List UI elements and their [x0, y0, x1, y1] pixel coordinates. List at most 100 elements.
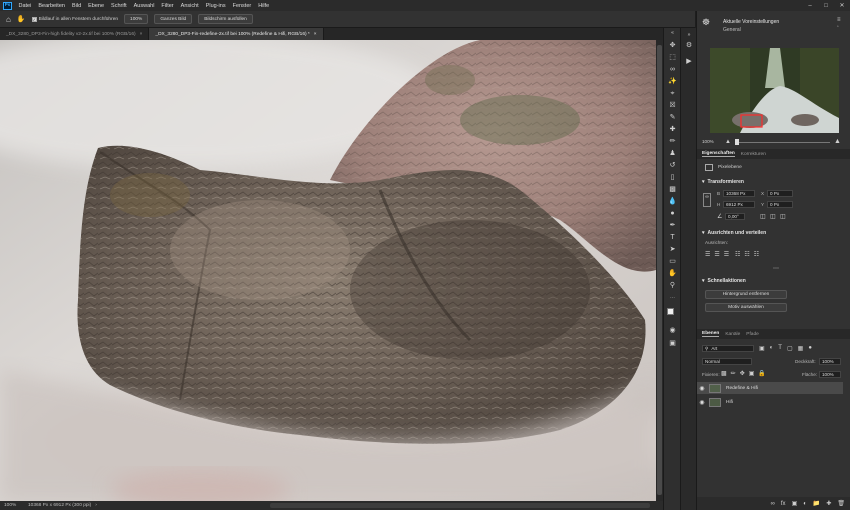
menu-item[interactable]: Ebene: [85, 3, 108, 9]
menu-item[interactable]: Hilfe: [255, 3, 273, 9]
align-top-icon[interactable]: ☷: [735, 251, 740, 258]
hand-tool-icon[interactable]: ✋: [667, 269, 678, 278]
new-layer-icon[interactable]: ✚: [826, 500, 831, 507]
close-icon[interactable]: ✕: [834, 0, 850, 11]
collapse-icon[interactable]: »: [684, 30, 694, 40]
menu-item[interactable]: Bearbeiten: [35, 3, 69, 9]
lasso-tool-icon[interactable]: ∞: [667, 65, 678, 74]
link-layers-icon[interactable]: ∞: [771, 501, 775, 507]
status-zoom[interactable]: 100%: [0, 503, 28, 508]
width-field[interactable]: 10368 Px: [723, 190, 755, 197]
delete-layer-icon[interactable]: 🗑: [837, 500, 845, 507]
layer-row-hifi[interactable]: ◉ Hifi: [697, 396, 843, 408]
photoshop-logo[interactable]: Ps: [3, 1, 12, 10]
chevron-right-icon[interactable]: ›: [95, 503, 97, 508]
home-icon[interactable]: ⌂: [6, 15, 11, 24]
fit-screen-button[interactable]: Ganzes Bild: [154, 14, 193, 24]
close-icon[interactable]: ×: [314, 32, 317, 37]
blend-mode-select[interactable]: Normal: [702, 358, 752, 365]
quick-actions-section-title[interactable]: ▾ Schnellaktionen: [702, 278, 746, 284]
lock-pixels-icon[interactable]: ▩: [721, 370, 727, 377]
actions-play-icon[interactable]: ▶: [684, 56, 694, 66]
dodge-tool-icon[interactable]: ●: [667, 209, 678, 218]
fill-screen-button[interactable]: Bildschirm ausfüllen: [198, 14, 253, 24]
minimize-icon[interactable]: –: [802, 0, 818, 11]
fill-field[interactable]: 100%: [819, 371, 841, 378]
align-left-icon[interactable]: ☰: [705, 251, 710, 258]
align-right-icon[interactable]: ☰: [724, 251, 729, 258]
rectangle-tool-icon[interactable]: ▭: [667, 257, 678, 266]
add-mask-icon[interactable]: ▣: [792, 500, 798, 507]
horizontal-scrollbar-thumb[interactable]: [270, 503, 650, 508]
pen-tool-icon[interactable]: ✒: [667, 221, 678, 230]
chevron-up-icon[interactable]: ˆ: [837, 26, 839, 32]
path-select-tool-icon[interactable]: ➤: [667, 245, 678, 254]
scroll-all-windows-checkbox[interactable]: ✓ Bildlauf in allen Fenstern durchführen: [31, 16, 118, 22]
more-tools-icon[interactable]: ⋯: [667, 294, 678, 303]
layer-row-redefine[interactable]: ◉ Redefine & Hifi: [697, 382, 843, 394]
vertical-scrollbar-thumb[interactable]: [657, 45, 662, 495]
screen-mode-icon[interactable]: ▣: [667, 339, 678, 348]
menu-item[interactable]: Datei: [15, 3, 35, 9]
flip-icon[interactable]: ◫: [780, 213, 786, 220]
x-field[interactable]: 0 Px: [767, 190, 793, 197]
navigator-preview[interactable]: [710, 48, 839, 133]
align-section-title[interactable]: ▾ Ausrichten und verteilen: [702, 230, 766, 236]
flip-horizontal-icon[interactable]: ◫: [760, 213, 766, 220]
remove-background-button[interactable]: Hintergrund entfernen: [705, 290, 787, 299]
smart-object-filter-icon[interactable]: ▦: [798, 345, 804, 352]
type-filter-icon[interactable]: T: [778, 345, 782, 352]
history-brush-tool-icon[interactable]: ↺: [667, 161, 678, 170]
quick-select-tool-icon[interactable]: ✨: [667, 77, 678, 86]
hand-tool-icon[interactable]: ✋: [17, 15, 26, 23]
zoom-out-icon[interactable]: ▲: [725, 139, 731, 145]
maximize-icon[interactable]: □: [818, 0, 834, 11]
menu-icon[interactable]: ≡: [837, 17, 841, 23]
more-options-icon[interactable]: ⋯: [773, 265, 779, 272]
quick-mask-icon[interactable]: ◉: [667, 326, 678, 335]
tab-channels[interactable]: Kanäle: [725, 332, 740, 337]
pixel-filter-icon[interactable]: ▣: [759, 345, 765, 352]
type-tool-icon[interactable]: T: [667, 233, 678, 242]
lock-all-icon[interactable]: 🔒: [758, 370, 765, 377]
eraser-tool-icon[interactable]: ▯: [667, 173, 678, 182]
frame-tool-icon[interactable]: ☒: [667, 101, 678, 110]
menu-item[interactable]: Auswahl: [130, 3, 158, 9]
transform-section-title[interactable]: ▾ Transformieren: [702, 179, 744, 185]
tab-layers[interactable]: Ebenen: [702, 331, 720, 337]
adjustment-filter-icon[interactable]: ◐: [770, 345, 774, 352]
brush-tool-icon[interactable]: ✏: [667, 137, 678, 146]
navigator-zoom-slider-handle[interactable]: [735, 139, 739, 145]
tab-properties[interactable]: Eigenschaften: [702, 151, 735, 157]
crop-tool-icon[interactable]: ⌖: [667, 89, 678, 98]
move-tool-icon[interactable]: ✥: [667, 41, 678, 50]
zoom-tool-icon[interactable]: ⚲: [667, 281, 678, 290]
gradient-tool-icon[interactable]: ▩: [667, 185, 678, 194]
layer-name[interactable]: Hifi: [726, 400, 733, 405]
blur-tool-icon[interactable]: 💧: [667, 197, 678, 206]
eye-icon[interactable]: ◉: [697, 399, 707, 406]
document-canvas[interactable]: [0, 40, 656, 501]
layer-kind-filter[interactable]: ⚲ Art: [702, 345, 754, 352]
navigator-zoom[interactable]: 100%: [702, 139, 714, 144]
eyedropper-tool-icon[interactable]: ✎: [667, 113, 678, 122]
navigator-zoom-slider[interactable]: [735, 142, 830, 143]
shape-filter-icon[interactable]: ▢: [787, 345, 793, 352]
menu-item[interactable]: Fenster: [229, 3, 255, 9]
filter-toggle-icon[interactable]: ●: [808, 345, 812, 352]
lock-paint-icon[interactable]: ✏: [731, 370, 736, 377]
menu-item[interactable]: Plug-ins: [202, 3, 229, 9]
history-panel-icon[interactable]: ⚙: [684, 40, 694, 50]
marquee-tool-icon[interactable]: ⬚: [667, 53, 678, 62]
document-tab-2[interactable]: _DX_3280_DP3-Fin-redefine-2x.tif bei 100…: [149, 28, 324, 40]
close-icon[interactable]: ×: [140, 32, 143, 37]
opacity-field[interactable]: 100%: [819, 358, 841, 365]
align-bottom-icon[interactable]: ☷: [754, 251, 759, 258]
lock-position-icon[interactable]: ✥: [740, 370, 745, 377]
menu-item[interactable]: Filter: [158, 3, 177, 9]
y-field[interactable]: 0 Px: [767, 201, 793, 208]
foreground-color-swatch[interactable]: [667, 308, 674, 315]
clone-stamp-tool-icon[interactable]: ♟: [667, 149, 678, 158]
tab-paths[interactable]: Pfade: [746, 332, 759, 337]
menu-item[interactable]: Bild: [68, 3, 84, 9]
